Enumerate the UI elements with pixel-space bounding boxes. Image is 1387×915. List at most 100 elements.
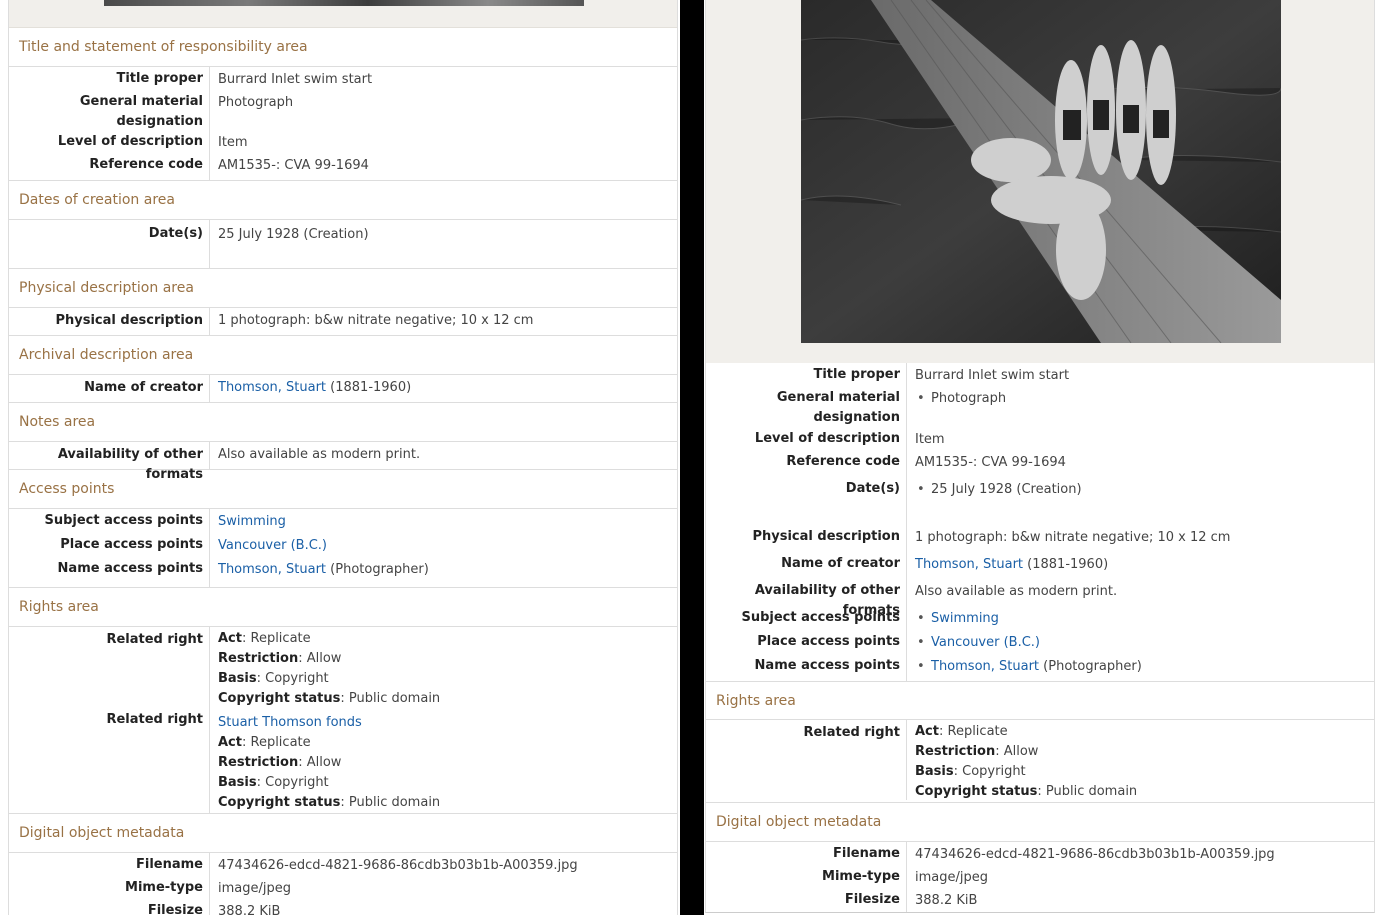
basis-value: : Copyright xyxy=(256,671,329,686)
value-mime: image/jpeg xyxy=(915,870,988,885)
subject-link[interactable]: Swimming xyxy=(218,514,286,529)
value-physdesc: 1 photograph: b&w nitrate negative; 10 x… xyxy=(218,313,534,328)
basis-value: : Copyright xyxy=(953,764,1026,779)
dates-field: Date(s) 25 July 1928 (Creation) xyxy=(9,220,677,269)
basis-key: Basis xyxy=(218,671,257,686)
restriction-key: Restriction xyxy=(218,651,299,666)
label-related-right: Related right xyxy=(706,720,907,800)
creator-link[interactable]: Thomson, Stuart xyxy=(218,380,326,395)
labels-column: Related right Related right xyxy=(9,627,210,813)
label-subject: Subject access points xyxy=(741,610,900,625)
rights-fields: Related right Act: Replicate Restriction… xyxy=(706,720,1374,803)
creator-dates: (1881-1960) xyxy=(326,380,412,395)
value-formats: Also available as modern print. xyxy=(915,584,1118,599)
value-level: Item xyxy=(915,432,945,447)
label-name: Name access points xyxy=(754,658,900,673)
digital-object-area xyxy=(706,0,1374,363)
label-physdesc: Physical description xyxy=(752,529,900,544)
section-notes-area[interactable]: Notes area xyxy=(9,403,677,442)
restriction-value: : Allow xyxy=(298,651,342,666)
label-level: Level of description xyxy=(754,431,900,446)
section-rights-area[interactable]: Rights area xyxy=(706,681,1374,720)
label-formats: Availability of other formats xyxy=(754,583,900,618)
section-digital-object[interactable]: Digital object metadata xyxy=(9,814,677,853)
fonds-link[interactable]: Stuart Thomson fonds xyxy=(218,715,362,730)
creator-field: Name of creator Thomson, Stuart (1881-19… xyxy=(9,375,677,403)
labels-column: Title proper General material designatio… xyxy=(706,363,907,681)
dates-text: 25 July 1928 (Creation) xyxy=(931,482,1082,497)
values-column: 47434626-edcd-4821-9686-86cdb3b03b1b-A00… xyxy=(907,842,1374,912)
digital-fields: Filename Mime-type Filesize 47434626-edc… xyxy=(706,842,1374,912)
section-archival-area[interactable]: Archival description area xyxy=(9,336,677,375)
bullet-icon xyxy=(915,482,931,497)
section-access-points[interactable]: Access points xyxy=(9,470,677,509)
values-column: Burrard Inlet swim start Photograph Item… xyxy=(907,363,1374,681)
name-link[interactable]: Thomson, Stuart xyxy=(218,562,326,577)
section-physical-area[interactable]: Physical description area xyxy=(9,269,677,308)
label-mime: Mime-type xyxy=(822,869,900,884)
section-digital-object[interactable]: Digital object metadata xyxy=(706,803,1374,842)
label-creator: Name of creator xyxy=(9,375,210,402)
label-filename: Filename xyxy=(833,846,900,861)
act-key: Act xyxy=(218,631,242,646)
right-1: Act: Replicate Restriction: Allow Basis:… xyxy=(907,720,1374,802)
place-link[interactable]: Vancouver (B.C.) xyxy=(931,635,1040,650)
rights-fields: Related right Related right Act: Replica… xyxy=(9,627,677,814)
restriction-key: Restriction xyxy=(915,744,996,759)
value-dates: 25 July 1928 (Creation) xyxy=(915,480,1374,528)
name-link[interactable]: Thomson, Stuart xyxy=(931,659,1039,674)
place-link[interactable]: Vancouver (B.C.) xyxy=(218,538,327,553)
label-refcode: Reference code xyxy=(89,157,203,172)
right-description-panel: Title proper General material designatio… xyxy=(705,0,1375,913)
basis-value: : Copyright xyxy=(256,775,329,790)
value-filename: 47434626-edcd-4821-9686-86cdb3b03b1b-A00… xyxy=(915,847,1275,862)
label-dates: Date(s) xyxy=(9,220,210,268)
bullet-icon xyxy=(915,391,931,406)
act-key: Act xyxy=(915,724,939,739)
value-physdesc: 1 photograph: b&w nitrate negative; 10 x… xyxy=(915,530,1231,545)
section-rights-area[interactable]: Rights area xyxy=(9,588,677,627)
values-column: Swimming Vancouver (B.C.) Thomson, Stuar… xyxy=(210,509,677,587)
status-key: Copyright status xyxy=(915,784,1038,799)
value-gmd: Photograph xyxy=(218,95,294,110)
creator-dates: (1881-1960) xyxy=(1023,557,1109,572)
value-mime: image/jpeg xyxy=(218,881,291,896)
value-title-proper: Burrard Inlet swim start xyxy=(915,368,1070,383)
value-gmd: Photograph xyxy=(915,389,1374,430)
status-key: Copyright status xyxy=(218,795,341,810)
values-column: Act: Replicate Restriction: Allow Basis:… xyxy=(210,627,677,813)
act-value: : Replicate xyxy=(241,631,311,646)
value-dates: 25 July 1928 (Creation) xyxy=(218,227,369,242)
label-gmd: General material designation xyxy=(79,94,203,129)
right-2: Stuart Thomson fonds Act: Replicate Rest… xyxy=(218,713,677,813)
label-formats: Availability of other formats xyxy=(9,442,210,482)
value-place: Vancouver (B.C.) xyxy=(915,633,1374,657)
gmd-text: Photograph xyxy=(931,391,1007,406)
label-mime: Mime-type xyxy=(125,880,203,895)
restriction-value: : Allow xyxy=(298,755,342,770)
label-creator: Name of creator xyxy=(781,556,900,571)
image-strip xyxy=(9,0,677,28)
restriction-key: Restriction xyxy=(218,755,299,770)
bullet-icon xyxy=(915,611,931,626)
swimmers-photograph[interactable] xyxy=(801,0,1281,343)
name-role: (Photographer) xyxy=(1039,659,1142,674)
value-filename: 47434626-edcd-4821-9686-86cdb3b03b1b-A00… xyxy=(218,858,578,873)
basis-key: Basis xyxy=(218,775,257,790)
labels-column: Filename Mime-type Filesize xyxy=(9,853,210,915)
labels-column: Subject access points Place access point… xyxy=(9,509,210,587)
label-dates: Date(s) xyxy=(845,481,900,496)
section-dates-area[interactable]: Dates of creation area xyxy=(9,181,677,220)
photo-thumbnail-edge[interactable] xyxy=(104,0,584,6)
label-refcode: Reference code xyxy=(786,454,900,469)
restriction-value: : Allow xyxy=(995,744,1039,759)
section-title-area[interactable]: Title and statement of responsibility ar… xyxy=(9,28,677,67)
label-place: Place access points xyxy=(757,634,900,649)
creator-link[interactable]: Thomson, Stuart xyxy=(915,557,1023,572)
bullet-icon xyxy=(915,635,931,650)
labels-column: Filename Mime-type Filesize xyxy=(706,842,907,912)
photograph-image xyxy=(801,0,1281,343)
value-name: Thomson, Stuart (Photographer) xyxy=(218,560,677,584)
subject-link[interactable]: Swimming xyxy=(931,611,999,626)
title-area-fields: Title proper General material designatio… xyxy=(9,67,677,181)
